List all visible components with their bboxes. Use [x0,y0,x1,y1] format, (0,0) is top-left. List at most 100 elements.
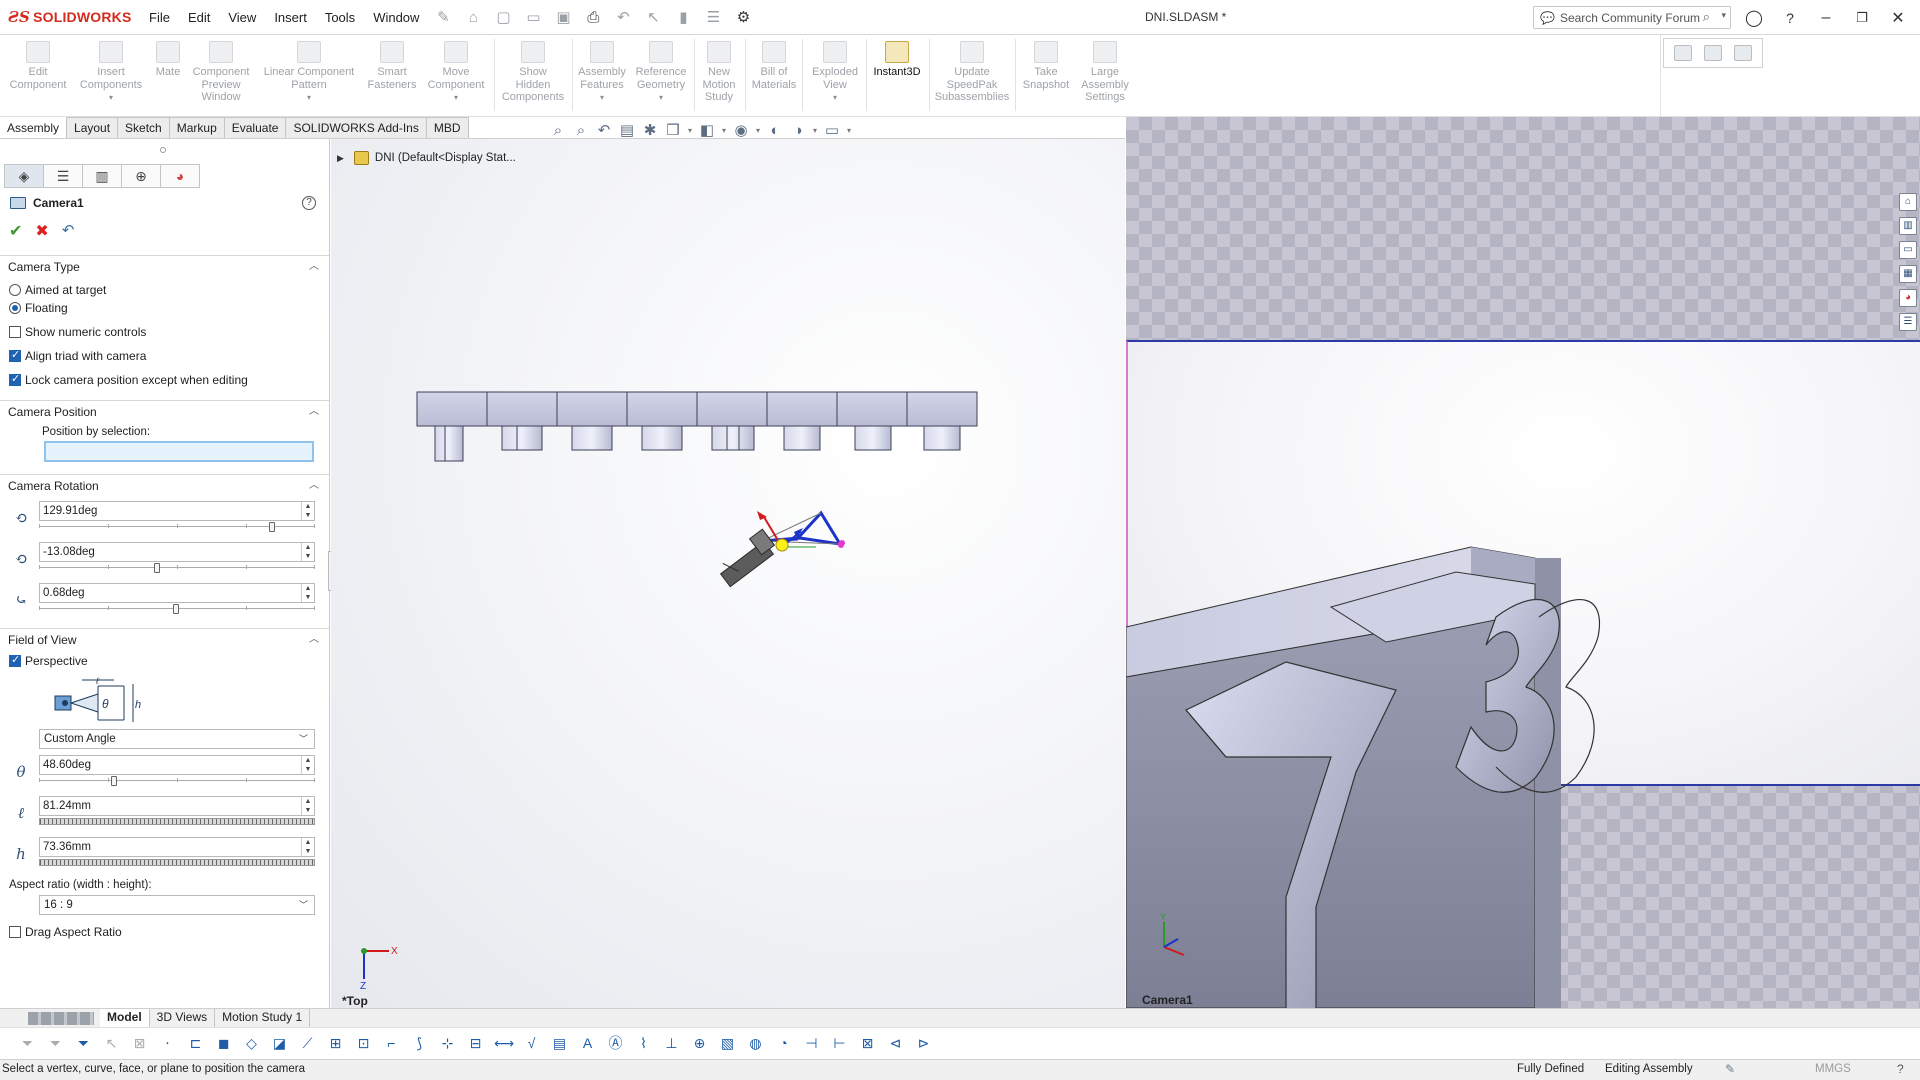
pitch-input[interactable]: -13.08deg ▲ ▼ [39,542,315,562]
undo-icon[interactable]: ↶ [612,6,634,28]
dropdown-arrow-icon[interactable]: ▾ [754,122,762,140]
solidworks-logo[interactable]: ƧS SOLIDWORKS [0,8,140,26]
height-spinner[interactable]: ▲ ▼ [301,838,314,856]
edit-appearance-icon[interactable]: ◐ [765,122,785,140]
drag-aspect-ratio-option[interactable]: Drag Aspect Ratio [9,924,122,940]
display-style-icon[interactable]: ◧ [697,122,717,140]
roll-slider[interactable] [39,604,315,614]
chevron-down-icon[interactable]: ﹀ [299,896,308,914]
camera-properties-icon[interactable] [1704,45,1722,61]
perspective-option[interactable]: Perspective [9,653,88,669]
camera-viewport[interactable]: Y ▢ ▢ ❐ ✕ Camera1 [1126,117,1920,1008]
move-component-button[interactable]: Move Component ▾ [422,41,490,105]
tab-model[interactable]: Model [100,1009,150,1027]
aspect-ratio-select[interactable]: 16 : 9 ﹀ [39,895,315,915]
update-speedpak-button[interactable]: Update SpeedPak Subassemblies [932,41,1012,104]
camera-type-section[interactable]: Camera Type ︿ [0,255,329,277]
toggle-filter-icon[interactable]: ⏷ [18,1034,37,1053]
roll-input[interactable]: 0.68deg ▲ ▼ [39,583,315,603]
exploded-view-button[interactable]: Exploded View ▾ [806,41,864,105]
camera-glyph[interactable] [719,510,845,588]
zoom-to-area-icon[interactable]: ⌕ [571,122,591,140]
show-numeric-controls-option[interactable]: Show numeric controls [9,324,146,340]
rebuild-status-icon[interactable]: ✎ [1725,1062,1735,1076]
floating-option[interactable]: Floating [9,300,68,316]
assembly-features-button[interactable]: Assembly Features ▾ [576,41,628,105]
options-gear-icon[interactable]: ⚙ [732,6,754,28]
tab-evaluate[interactable]: Evaluate [224,117,287,139]
filter-sketch-text-icon[interactable]: ⊲ [886,1034,905,1053]
insert-components-button[interactable]: Insert Components ▾ [76,41,146,105]
search-icon[interactable]: ⌕ [1703,9,1710,25]
filter-edges-icon[interactable]: ⊏ [186,1034,205,1053]
show-hidden-components-button[interactable]: Show Hidden Components [498,41,568,104]
new-motion-study-button[interactable]: New Motion Study [697,41,741,104]
yaw-slider[interactable] [39,522,315,532]
reference-geometry-button[interactable]: Reference Geometry ▾ [630,41,692,105]
help-icon[interactable]: ? [302,196,316,210]
filter-datum-feature-icon[interactable]: Ⓐ [606,1034,625,1053]
view-settings-icon[interactable]: ▭ [822,122,842,140]
tab-3d-views[interactable]: 3D Views [150,1009,216,1027]
design-library-icon[interactable]: ▥ [1899,217,1917,235]
yaw-spinner[interactable]: ▲ ▼ [301,502,314,520]
height-input[interactable]: 73.36mm ▲ ▼ [39,837,315,857]
save-icon[interactable]: ▣ [552,6,574,28]
stamp-blocks[interactable] [416,391,978,427]
filter-geometric-tolerance-icon[interactable]: ▤ [550,1034,569,1053]
height-thumbwheel[interactable] [39,859,315,866]
yaw-slider-thumb[interactable] [269,522,275,532]
filter-mid-surfaces-icon[interactable]: ⊢ [830,1034,849,1053]
undo-button[interactable]: ↶ [62,221,75,241]
dropdown-arrow-icon[interactable]: ▾ [109,92,113,105]
filter-surface-finish-icon[interactable]: √ [522,1034,541,1053]
radio-aimed-at-target[interactable] [9,284,21,296]
search-dropdown-icon[interactable]: ▾ [1721,10,1726,21]
tab-layout[interactable]: Layout [67,117,119,139]
checkbox-align-triad[interactable] [9,348,21,362]
radio-floating[interactable] [9,302,21,314]
roll-spinner[interactable]: ▲ ▼ [301,584,314,602]
solidworks-resources-icon[interactable]: ⌂ [1899,193,1917,211]
restore-button[interactable]: ❐ [1844,0,1880,35]
pitch-slider-thumb[interactable] [154,563,160,573]
select-icon[interactable]: ↖ [642,6,664,28]
property-manager-tab-icon[interactable]: ☰ [43,164,83,188]
pitch-slider[interactable] [39,563,315,573]
open-icon[interactable]: ▭ [522,6,544,28]
print-icon[interactable]: ⎙ [582,6,604,28]
help-icon[interactable]: ? [1772,0,1808,35]
filter-routing-points-icon[interactable]: ⊣ [802,1034,821,1053]
view-palette-icon[interactable]: ▦ [1899,265,1917,283]
close-button[interactable]: ✕ [1880,0,1916,35]
linear-component-pattern-button[interactable]: Linear Component Pattern ▾ [258,41,360,105]
file-properties-icon[interactable]: ☰ [702,6,724,28]
camera-icon[interactable] [1674,45,1692,61]
custom-properties-icon[interactable]: ☰ [1899,313,1917,331]
dropdown-arrow-icon[interactable]: ▾ [307,92,311,105]
filter-midpoints-icon[interactable]: ⟆ [410,1034,429,1053]
checkbox-perspective[interactable] [9,653,21,667]
filter-all-icon[interactable]: ⏷ [46,1034,65,1053]
filter-dowel-pin-icon[interactable]: ◍ [746,1034,765,1053]
section-view-icon[interactable]: ▤ [617,122,637,140]
graphics-area[interactable]: ▶ DNI (Default<Display Stat... X Z *Top [331,139,1125,1008]
chevron-down-icon[interactable]: ﹀ [299,730,308,748]
cancel-button[interactable]: ✖ [35,221,48,241]
dropdown-arrow-icon[interactable]: ▾ [845,122,853,140]
dropdown-arrow-icon[interactable]: ▾ [686,122,694,140]
take-snapshot-button[interactable]: Take Snapshot [1018,41,1074,91]
filter-centerlines-icon[interactable]: ⊟ [466,1034,485,1053]
dimxpert-manager-tab-icon[interactable]: ⊕ [121,164,161,188]
length-input[interactable]: 81.24mm ▲ ▼ [39,796,315,816]
edit-component-button[interactable]: Edit Component [6,41,70,91]
filter-sketch-segments-icon[interactable]: ⌐ [382,1034,401,1053]
filter-vertices-icon[interactable]: ⋅ [158,1034,177,1053]
chevron-up-icon[interactable]: ︿ [309,401,319,423]
filter-blocks-icon[interactable]: ▧ [718,1034,737,1053]
display-manager-tab-icon[interactable]: ◕ [160,164,200,188]
menu-window[interactable]: Window [364,0,428,35]
ok-button[interactable]: ✔ [9,221,22,241]
user-account-icon[interactable]: ◯ [1736,0,1772,35]
field-of-view-section[interactable]: Field of View ︿ [0,628,329,650]
